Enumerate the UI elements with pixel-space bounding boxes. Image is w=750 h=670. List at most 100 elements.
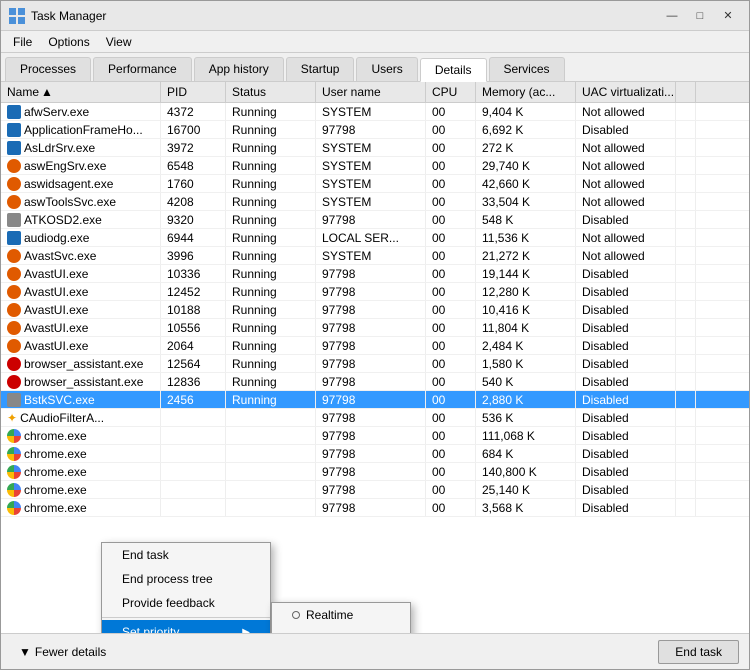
- tab-bar: Processes Performance App history Startu…: [1, 53, 749, 82]
- cell-name: AvastUI.exe: [1, 283, 161, 300]
- cell-memory: 42,660 K: [476, 175, 576, 192]
- table-row[interactable]: aswidsagent.exe 1760 Running SYSTEM 00 4…: [1, 175, 749, 193]
- table-row[interactable]: ATKOSD2.exe 9320 Running 97798 00 548 K …: [1, 211, 749, 229]
- cell-name: browser_assistant.exe: [1, 373, 161, 390]
- cell-pid: 10336: [161, 265, 226, 282]
- cell-status: [226, 481, 316, 498]
- table-row[interactable]: afwServ.exe 4372 Running SYSTEM 00 9,404…: [1, 103, 749, 121]
- tab-users[interactable]: Users: [356, 57, 417, 81]
- col-memory[interactable]: Memory (ac...: [476, 82, 576, 102]
- col-status[interactable]: Status: [226, 82, 316, 102]
- ctx-provide-feedback[interactable]: Provide feedback: [102, 591, 270, 615]
- cell-pid: 3996: [161, 247, 226, 264]
- fewer-details-button[interactable]: ▼ Fewer details: [11, 641, 114, 663]
- cell-memory: 540 K: [476, 373, 576, 390]
- end-task-button[interactable]: End task: [658, 640, 739, 664]
- cell-user: 97798: [316, 445, 426, 462]
- table-row[interactable]: chrome.exe 97798 00 3,568 K Disabled: [1, 499, 749, 517]
- chevron-down-icon: ▼: [19, 645, 31, 659]
- process-icon: [7, 159, 21, 173]
- cell-memory: 29,740 K: [476, 157, 576, 174]
- priority-realtime[interactable]: Realtime: [272, 603, 410, 627]
- tab-details[interactable]: Details: [420, 58, 487, 82]
- process-icon: [7, 321, 21, 335]
- cell-scroll: [676, 427, 696, 444]
- minimize-button[interactable]: —: [659, 6, 685, 26]
- cell-pid: 2456: [161, 391, 226, 408]
- cell-user: 97798: [316, 481, 426, 498]
- cell-status: Running: [226, 265, 316, 282]
- table-row[interactable]: audiodg.exe 6944 Running LOCAL SER... 00…: [1, 229, 749, 247]
- ctx-end-process-tree[interactable]: End process tree: [102, 567, 270, 591]
- col-cpu[interactable]: CPU: [426, 82, 476, 102]
- table-row[interactable]: AsLdrSrv.exe 3972 Running SYSTEM 00 272 …: [1, 139, 749, 157]
- cell-uac: Not allowed: [576, 139, 676, 156]
- col-uac[interactable]: UAC virtualizati...: [576, 82, 676, 102]
- cell-memory: 684 K: [476, 445, 576, 462]
- task-manager-window: Task Manager — □ ✕ File Options View Pro…: [0, 0, 750, 670]
- process-icon: [7, 303, 21, 317]
- table-row[interactable]: browser_assistant.exe 12836 Running 9779…: [1, 373, 749, 391]
- cell-uac: Not allowed: [576, 103, 676, 120]
- star-icon: ✦: [7, 411, 17, 425]
- cell-pid: [161, 463, 226, 480]
- cell-name: AvastSvc.exe: [1, 247, 161, 264]
- col-username[interactable]: User name: [316, 82, 426, 102]
- tab-startup[interactable]: Startup: [286, 57, 355, 81]
- tab-services[interactable]: Services: [489, 57, 565, 81]
- table-row[interactable]: AvastUI.exe 10188 Running 97798 00 10,41…: [1, 301, 749, 319]
- col-name[interactable]: Name ▲: [1, 82, 161, 102]
- process-icon: [7, 339, 21, 353]
- table-row[interactable]: AvastSvc.exe 3996 Running SYSTEM 00 21,2…: [1, 247, 749, 265]
- col-pid[interactable]: PID: [161, 82, 226, 102]
- cell-status: Running: [226, 175, 316, 192]
- cell-memory: 111,068 K: [476, 427, 576, 444]
- table-row[interactable]: aswEngSrv.exe 6548 Running SYSTEM 00 29,…: [1, 157, 749, 175]
- cell-cpu: 00: [426, 319, 476, 336]
- cell-name: ATKOSD2.exe: [1, 211, 161, 228]
- table-row[interactable]: browser_assistant.exe 12564 Running 9779…: [1, 355, 749, 373]
- cell-user: SYSTEM: [316, 193, 426, 210]
- table-row[interactable]: AvastUI.exe 10336 Running 97798 00 19,14…: [1, 265, 749, 283]
- cell-pid: 12564: [161, 355, 226, 372]
- table-row[interactable]: AvastUI.exe 10556 Running 97798 00 11,80…: [1, 319, 749, 337]
- tab-processes[interactable]: Processes: [5, 57, 91, 81]
- priority-high[interactable]: High: [272, 627, 410, 633]
- table-row[interactable]: aswToolsSvc.exe 4208 Running SYSTEM 00 3…: [1, 193, 749, 211]
- cell-memory: 12,280 K: [476, 283, 576, 300]
- menu-view[interactable]: View: [98, 33, 140, 51]
- process-icon: [7, 123, 21, 137]
- table-row[interactable]: ✦CAudioFilterA... 97798 00 536 K Disable…: [1, 409, 749, 427]
- table-row[interactable]: AvastUI.exe 2064 Running 97798 00 2,484 …: [1, 337, 749, 355]
- table-row[interactable]: chrome.exe 97798 00 140,800 K Disabled: [1, 463, 749, 481]
- cell-memory: 11,804 K: [476, 319, 576, 336]
- ctx-set-priority[interactable]: Set priority ▶: [102, 620, 270, 633]
- table-row[interactable]: ApplicationFrameHo... 16700 Running 9779…: [1, 121, 749, 139]
- maximize-button[interactable]: □: [687, 6, 713, 26]
- menu-file[interactable]: File: [5, 33, 40, 51]
- cell-scroll: [676, 247, 696, 264]
- cell-cpu: 00: [426, 427, 476, 444]
- table-row[interactable]: chrome.exe 97798 00 684 K Disabled: [1, 445, 749, 463]
- cell-pid: 10188: [161, 301, 226, 318]
- window-controls: — □ ✕: [659, 6, 741, 26]
- cell-pid: 4372: [161, 103, 226, 120]
- cell-user: SYSTEM: [316, 247, 426, 264]
- cell-status: Running: [226, 193, 316, 210]
- table-row[interactable]: chrome.exe 97798 00 25,140 K Disabled: [1, 481, 749, 499]
- table-row[interactable]: BstkSVC.exe 2456 Running 97798 00 2,880 …: [1, 391, 749, 409]
- cell-cpu: 00: [426, 445, 476, 462]
- menu-options[interactable]: Options: [40, 33, 97, 51]
- close-button[interactable]: ✕: [715, 6, 741, 26]
- tab-app-history[interactable]: App history: [194, 57, 284, 81]
- table-header: Name ▲ PID Status User name CPU Memory (…: [1, 82, 749, 103]
- task-manager-icon: [9, 8, 25, 24]
- cell-pid: 12836: [161, 373, 226, 390]
- cell-memory: 10,416 K: [476, 301, 576, 318]
- table-row[interactable]: AvastUI.exe 12452 Running 97798 00 12,28…: [1, 283, 749, 301]
- tab-performance[interactable]: Performance: [93, 57, 192, 81]
- cell-status: [226, 445, 316, 462]
- ctx-end-task[interactable]: End task: [102, 543, 270, 567]
- cell-status: Running: [226, 103, 316, 120]
- table-row[interactable]: chrome.exe 97798 00 111,068 K Disabled: [1, 427, 749, 445]
